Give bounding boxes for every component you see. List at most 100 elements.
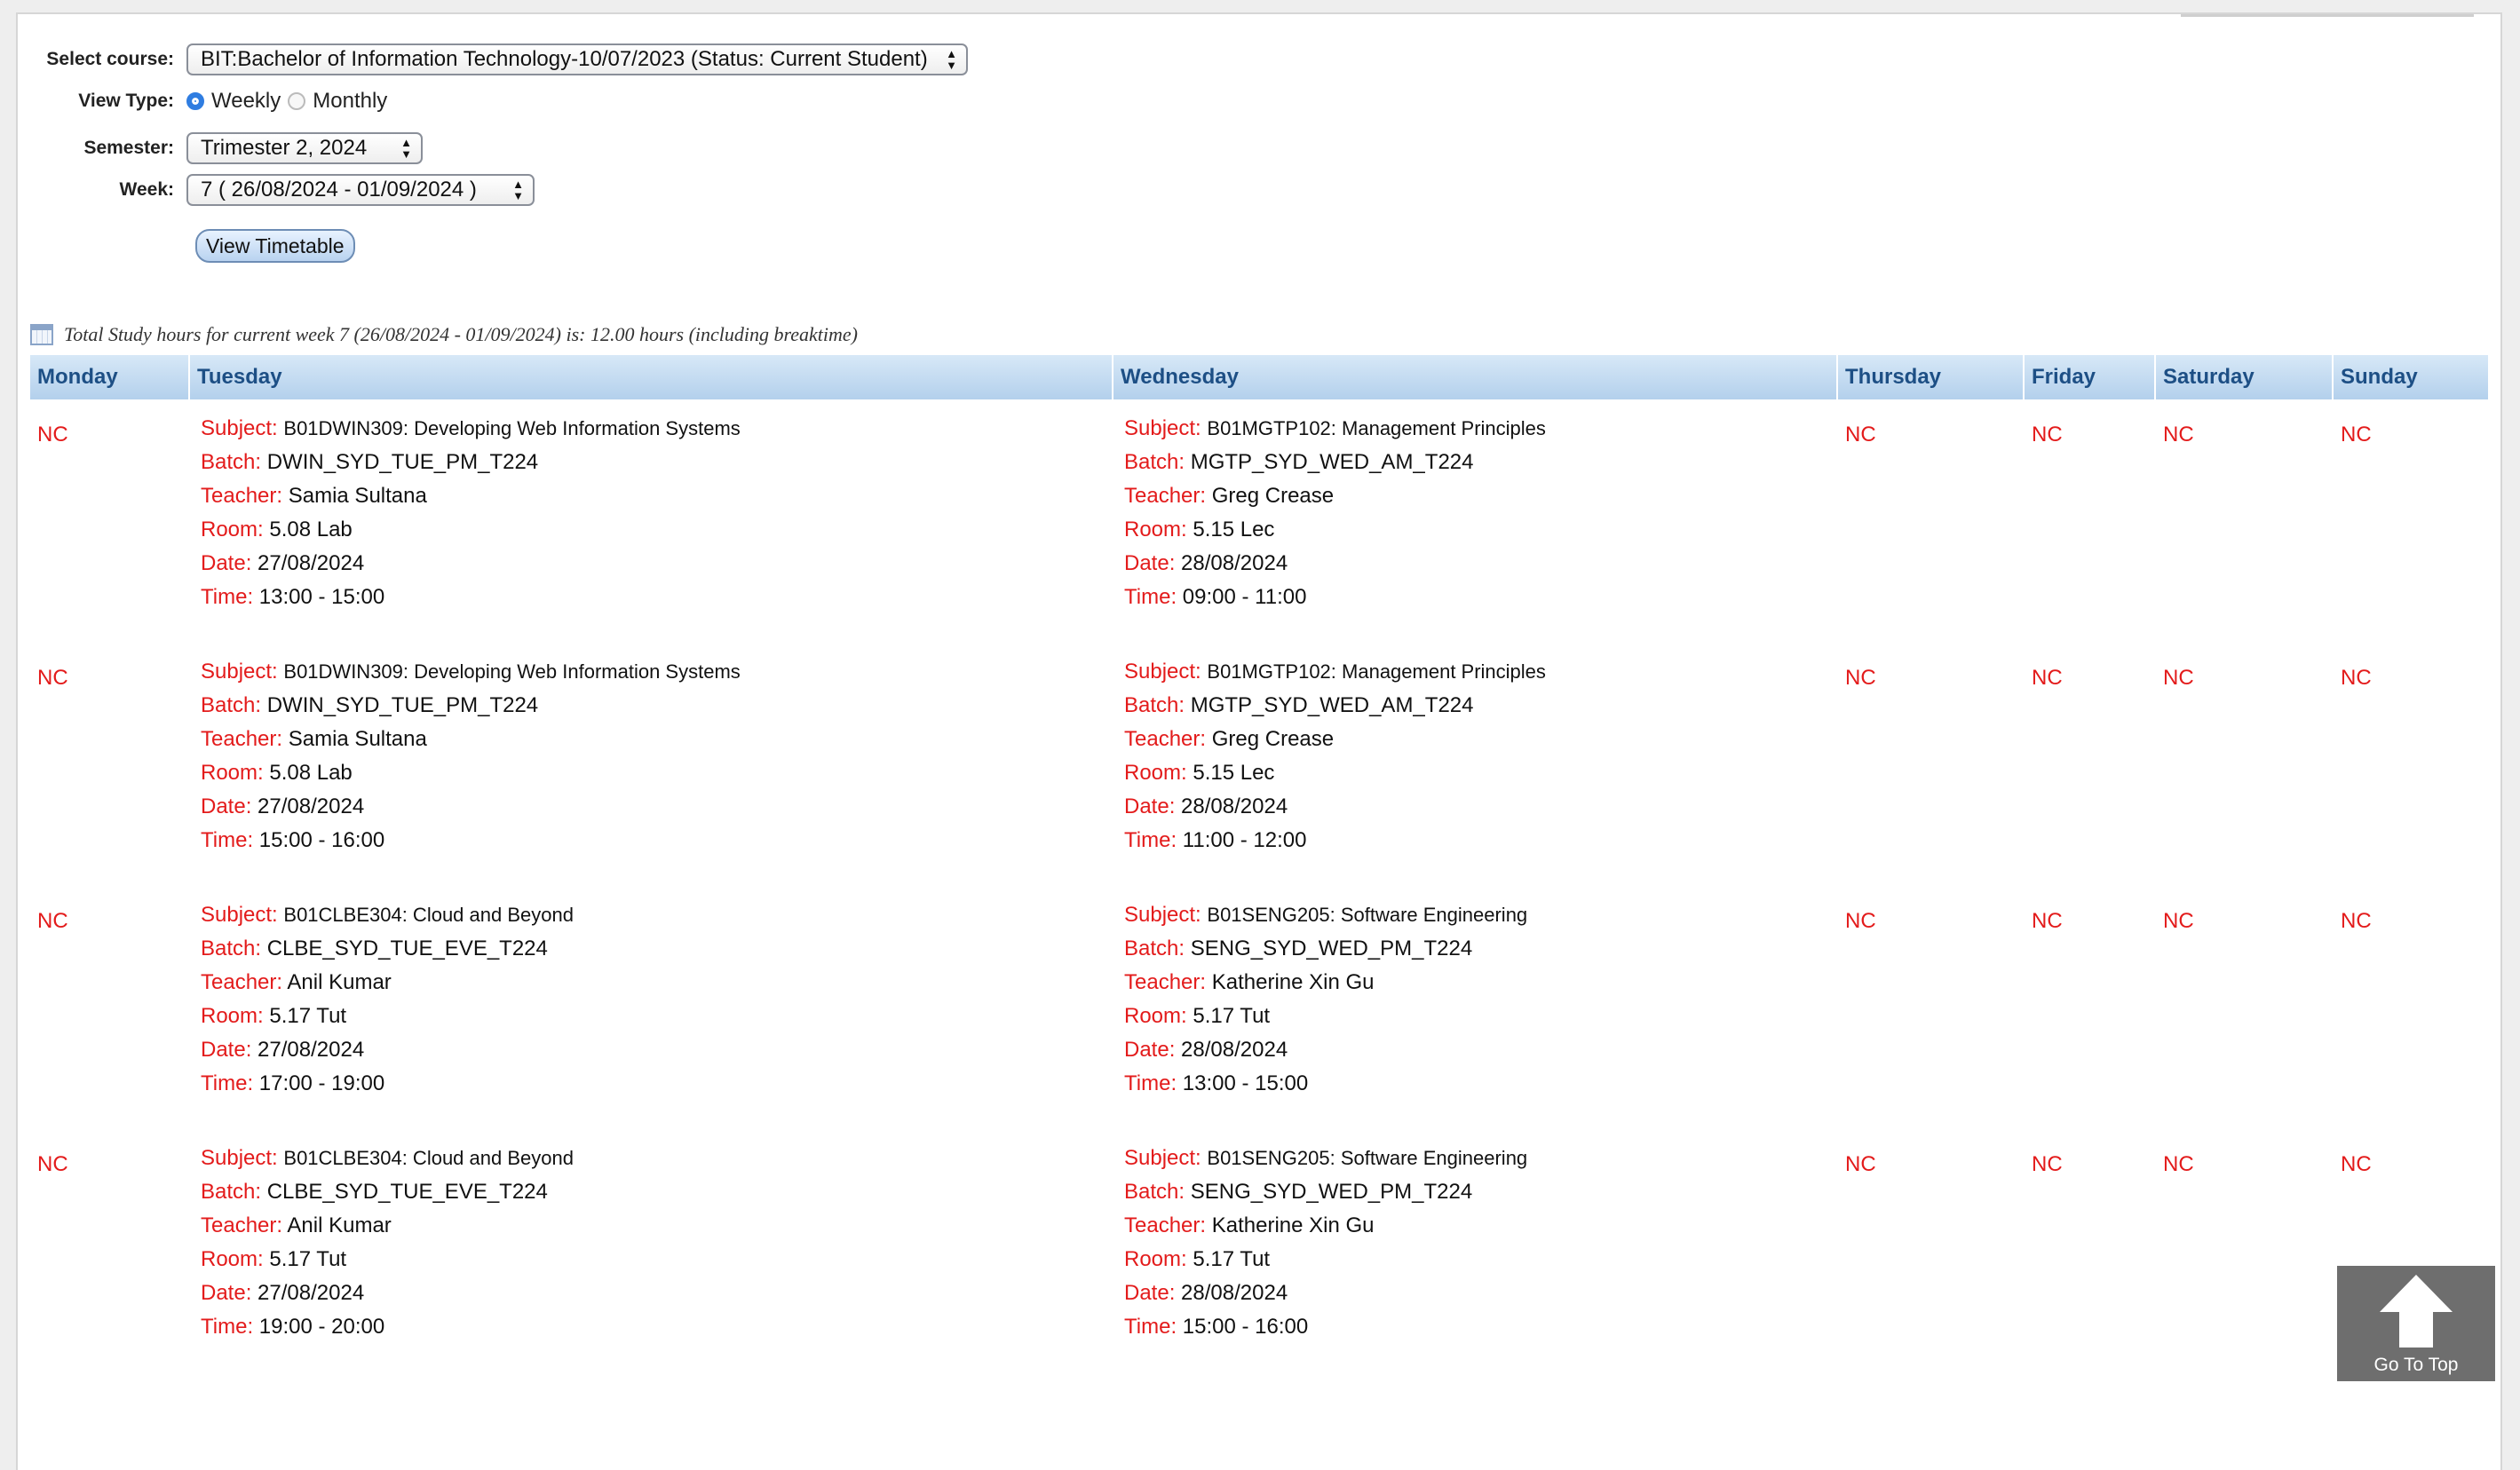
entry-time: Time: 09:00 - 11:00 (1124, 581, 1838, 614)
entry-time: Time: 15:00 - 16:00 (201, 824, 1113, 858)
subject-value: B01DWIN309: Developing Web Information S… (283, 660, 741, 683)
subject-value: B01MGTP102: Management Principles (1207, 660, 1546, 683)
week-select-value: 7 ( 26/08/2024 - 01/09/2024 ) (201, 178, 477, 202)
course-select-value: BIT:Bachelor of Information Technology-1… (201, 47, 928, 71)
entry-subject: Subject: B01CLBE304: Cloud and Beyond (201, 1142, 1113, 1175)
cell-thursday: NC (1838, 1129, 2025, 1372)
entry-subject: Subject: B01SENG205: Software Engineerin… (1124, 898, 1838, 932)
date-value: 28/08/2024 (1181, 551, 1288, 575)
entry-batch: Batch: CLBE_SYD_TUE_EVE_T224 (201, 932, 1113, 966)
date-value: 27/08/2024 (258, 794, 365, 818)
timetable-row: NC Subject: B01CLBE304: Cloud and Beyond B… (30, 886, 2488, 1129)
day-header-friday: Friday (2025, 355, 2156, 399)
time-label: Time: (201, 585, 254, 609)
viewtype-radio-group: Weekly Monthly (186, 89, 394, 114)
cell-sunday: NC (2334, 643, 2488, 886)
cell-thursday: NC (1838, 886, 2025, 1129)
time-value: 09:00 - 11:00 (1182, 585, 1307, 609)
entry-teacher: Teacher: Samia Sultana (201, 723, 1113, 756)
room-label: Room: (201, 518, 264, 541)
study-hours-summary: Total Study hours for current week 7 (26… (30, 323, 858, 346)
day-header-tuesday: Tuesday (190, 355, 1113, 399)
timetable-page: Select course: BIT:Bachelor of Informati… (16, 12, 2502, 1470)
view-timetable-button[interactable]: View Timetable (195, 229, 355, 263)
batch-label: Batch: (1124, 1180, 1185, 1204)
entry-date: Date: 27/08/2024 (201, 790, 1113, 824)
entry-room: Room: 5.15 Lec (1124, 513, 1838, 547)
teacher-value: Samia Sultana (288, 484, 427, 508)
teacher-label: Teacher: (1124, 970, 1207, 994)
date-value: 27/08/2024 (258, 1281, 365, 1305)
time-label: Time: (1124, 585, 1177, 609)
nc-label: NC (1845, 1152, 1876, 1176)
time-value: 15:00 - 16:00 (258, 828, 385, 852)
batch-label: Batch: (1124, 937, 1185, 960)
cell-saturday: NC (2156, 1129, 2334, 1372)
nc-label: NC (1845, 909, 1876, 933)
nc-label: NC (2032, 909, 2063, 933)
cell-saturday: NC (2156, 643, 2334, 886)
semester-select[interactable]: Trimester 2, 2024 ▲ ▼ (186, 132, 423, 164)
nc-label: NC (37, 666, 68, 690)
batch-label: Batch: (201, 693, 262, 717)
semester-label: Semester: (83, 138, 174, 158)
subject-value: B01MGTP102: Management Principles (1207, 417, 1546, 439)
course-row: Select course: BIT:Bachelor of Informati… (18, 43, 968, 75)
viewtype-row: View Type: Weekly Monthly (18, 89, 394, 114)
nc-label: NC (2163, 1152, 2194, 1176)
calendar-icon (30, 324, 53, 345)
subject-value: B01SENG205: Software Engineering (1207, 904, 1528, 926)
room-label: Room: (1124, 1247, 1187, 1271)
top-divider (2181, 2, 2474, 17)
class-entry: Subject: B01CLBE304: Cloud and Beyond Bat… (197, 886, 1113, 1101)
date-label: Date: (1124, 1281, 1176, 1305)
radio-weekly[interactable] (186, 92, 204, 110)
entry-date: Date: 27/08/2024 (201, 1033, 1113, 1067)
day-header-saturday: Saturday (2156, 355, 2334, 399)
room-label: Room: (201, 1004, 264, 1028)
cell-wednesday: Subject: B01SENG205: Software Engineerin… (1113, 886, 1838, 1129)
time-label: Time: (1124, 828, 1177, 852)
cell-monday: NC (30, 399, 190, 643)
radio-monthly[interactable] (288, 92, 306, 110)
entry-time: Time: 11:00 - 12:00 (1124, 824, 1838, 858)
entry-time: Time: 13:00 - 15:00 (1124, 1067, 1838, 1101)
subject-value: B01CLBE304: Cloud and Beyond (283, 1147, 574, 1169)
batch-value: SENG_SYD_WED_PM_T224 (1190, 937, 1473, 960)
entry-batch: Batch: SENG_SYD_WED_PM_T224 (1124, 932, 1838, 966)
cell-monday: NC (30, 1129, 190, 1372)
entry-date: Date: 28/08/2024 (1124, 790, 1838, 824)
batch-value: MGTP_SYD_WED_AM_T224 (1190, 450, 1474, 474)
entry-room: Room: 5.15 Lec (1124, 756, 1838, 790)
nc-label: NC (2341, 1152, 2372, 1176)
time-label: Time: (201, 1071, 254, 1095)
cell-thursday: NC (1838, 399, 2025, 643)
week-select[interactable]: 7 ( 26/08/2024 - 01/09/2024 ) ▲ ▼ (186, 174, 535, 206)
entry-room: Room: 5.17 Tut (1124, 1000, 1838, 1033)
course-select[interactable]: BIT:Bachelor of Information Technology-1… (186, 43, 968, 75)
radio-weekly-label[interactable]: Weekly (211, 89, 281, 114)
batch-value: SENG_SYD_WED_PM_T224 (1190, 1180, 1473, 1204)
nc-label: NC (1845, 666, 1876, 690)
go-to-top-button[interactable]: Go To Top (2337, 1266, 2495, 1381)
subject-value: B01CLBE304: Cloud and Beyond (283, 904, 574, 926)
select-arrows-icon: ▲ ▼ (400, 136, 412, 161)
batch-label: Batch: (1124, 450, 1185, 474)
nc-label: NC (37, 1152, 68, 1176)
batch-label: Batch: (1124, 693, 1185, 717)
entry-subject: Subject: B01DWIN309: Developing Web Info… (201, 655, 1113, 689)
date-value: 28/08/2024 (1181, 1038, 1288, 1062)
batch-value: CLBE_SYD_TUE_EVE_T224 (266, 1180, 548, 1204)
batch-label: Batch: (201, 937, 262, 960)
subject-value: B01SENG205: Software Engineering (1207, 1147, 1528, 1169)
time-label: Time: (1124, 1315, 1177, 1339)
entry-teacher: Teacher: Greg Crease (1124, 479, 1838, 513)
cell-saturday: NC (2156, 399, 2334, 643)
room-value: 5.17 Tut (269, 1247, 347, 1271)
time-value: 13:00 - 15:00 (258, 585, 385, 609)
cell-wednesday: Subject: B01MGTP102: Management Principl… (1113, 643, 1838, 886)
radio-monthly-label[interactable]: Monthly (313, 89, 387, 114)
room-label: Room: (1124, 1004, 1187, 1028)
entry-teacher: Teacher: Katherine Xin Gu (1124, 1209, 1838, 1243)
date-value: 27/08/2024 (258, 1038, 365, 1062)
